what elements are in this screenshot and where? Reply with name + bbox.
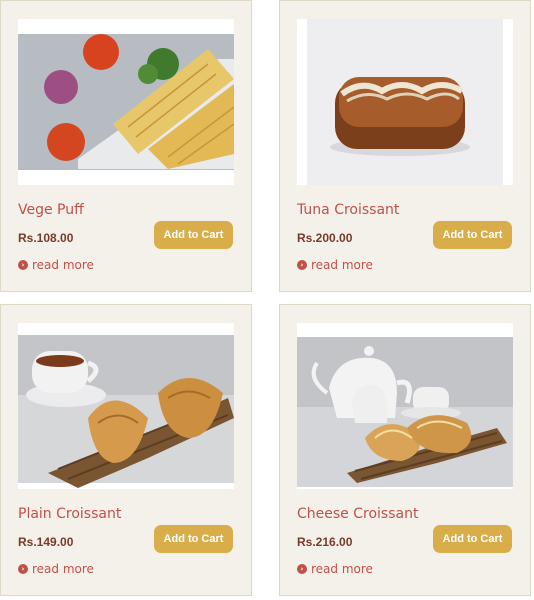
add-to-cart-button[interactable]: Add to Cart <box>154 525 233 553</box>
add-to-cart-button[interactable]: Add to Cart <box>433 221 512 249</box>
add-to-cart-button[interactable]: Add to Cart <box>433 525 512 553</box>
arrow-right-icon: › <box>18 260 28 270</box>
read-more-label: read more <box>32 258 94 272</box>
product-price: Rs.216.00 <box>297 535 353 549</box>
product-price: Rs.108.00 <box>18 231 74 245</box>
product-name[interactable]: Tuna Croissant <box>297 202 399 218</box>
product-card-vege-puff: Vege Puff Rs.108.00 Add to Cart › read m… <box>0 0 252 292</box>
read-more-link[interactable]: › read more <box>18 562 94 576</box>
read-more-label: read more <box>32 562 94 576</box>
product-name[interactable]: Cheese Croissant <box>297 506 418 522</box>
product-image[interactable] <box>18 19 234 185</box>
product-image[interactable] <box>297 19 513 185</box>
add-to-cart-button[interactable]: Add to Cart <box>154 221 233 249</box>
arrow-right-icon: › <box>297 260 307 270</box>
product-card-plain-croissant: Plain Croissant Rs.149.00 Add to Cart › … <box>0 304 252 596</box>
product-image[interactable] <box>18 323 234 489</box>
product-price: Rs.149.00 <box>18 535 74 549</box>
product-name[interactable]: Vege Puff <box>18 202 84 218</box>
product-price: Rs.200.00 <box>297 231 353 245</box>
read-more-label: read more <box>311 258 373 272</box>
product-image[interactable] <box>297 323 513 489</box>
read-more-link[interactable]: › read more <box>297 258 373 272</box>
arrow-right-icon: › <box>18 564 28 574</box>
read-more-link[interactable]: › read more <box>18 258 94 272</box>
product-card-tuna-croissant: Tuna Croissant Rs.200.00 Add to Cart › r… <box>279 0 531 292</box>
read-more-link[interactable]: › read more <box>297 562 373 576</box>
product-card-cheese-croissant: Cheese Croissant Rs.216.00 Add to Cart ›… <box>279 304 531 596</box>
arrow-right-icon: › <box>297 564 307 574</box>
product-name[interactable]: Plain Croissant <box>18 506 121 522</box>
read-more-label: read more <box>311 562 373 576</box>
